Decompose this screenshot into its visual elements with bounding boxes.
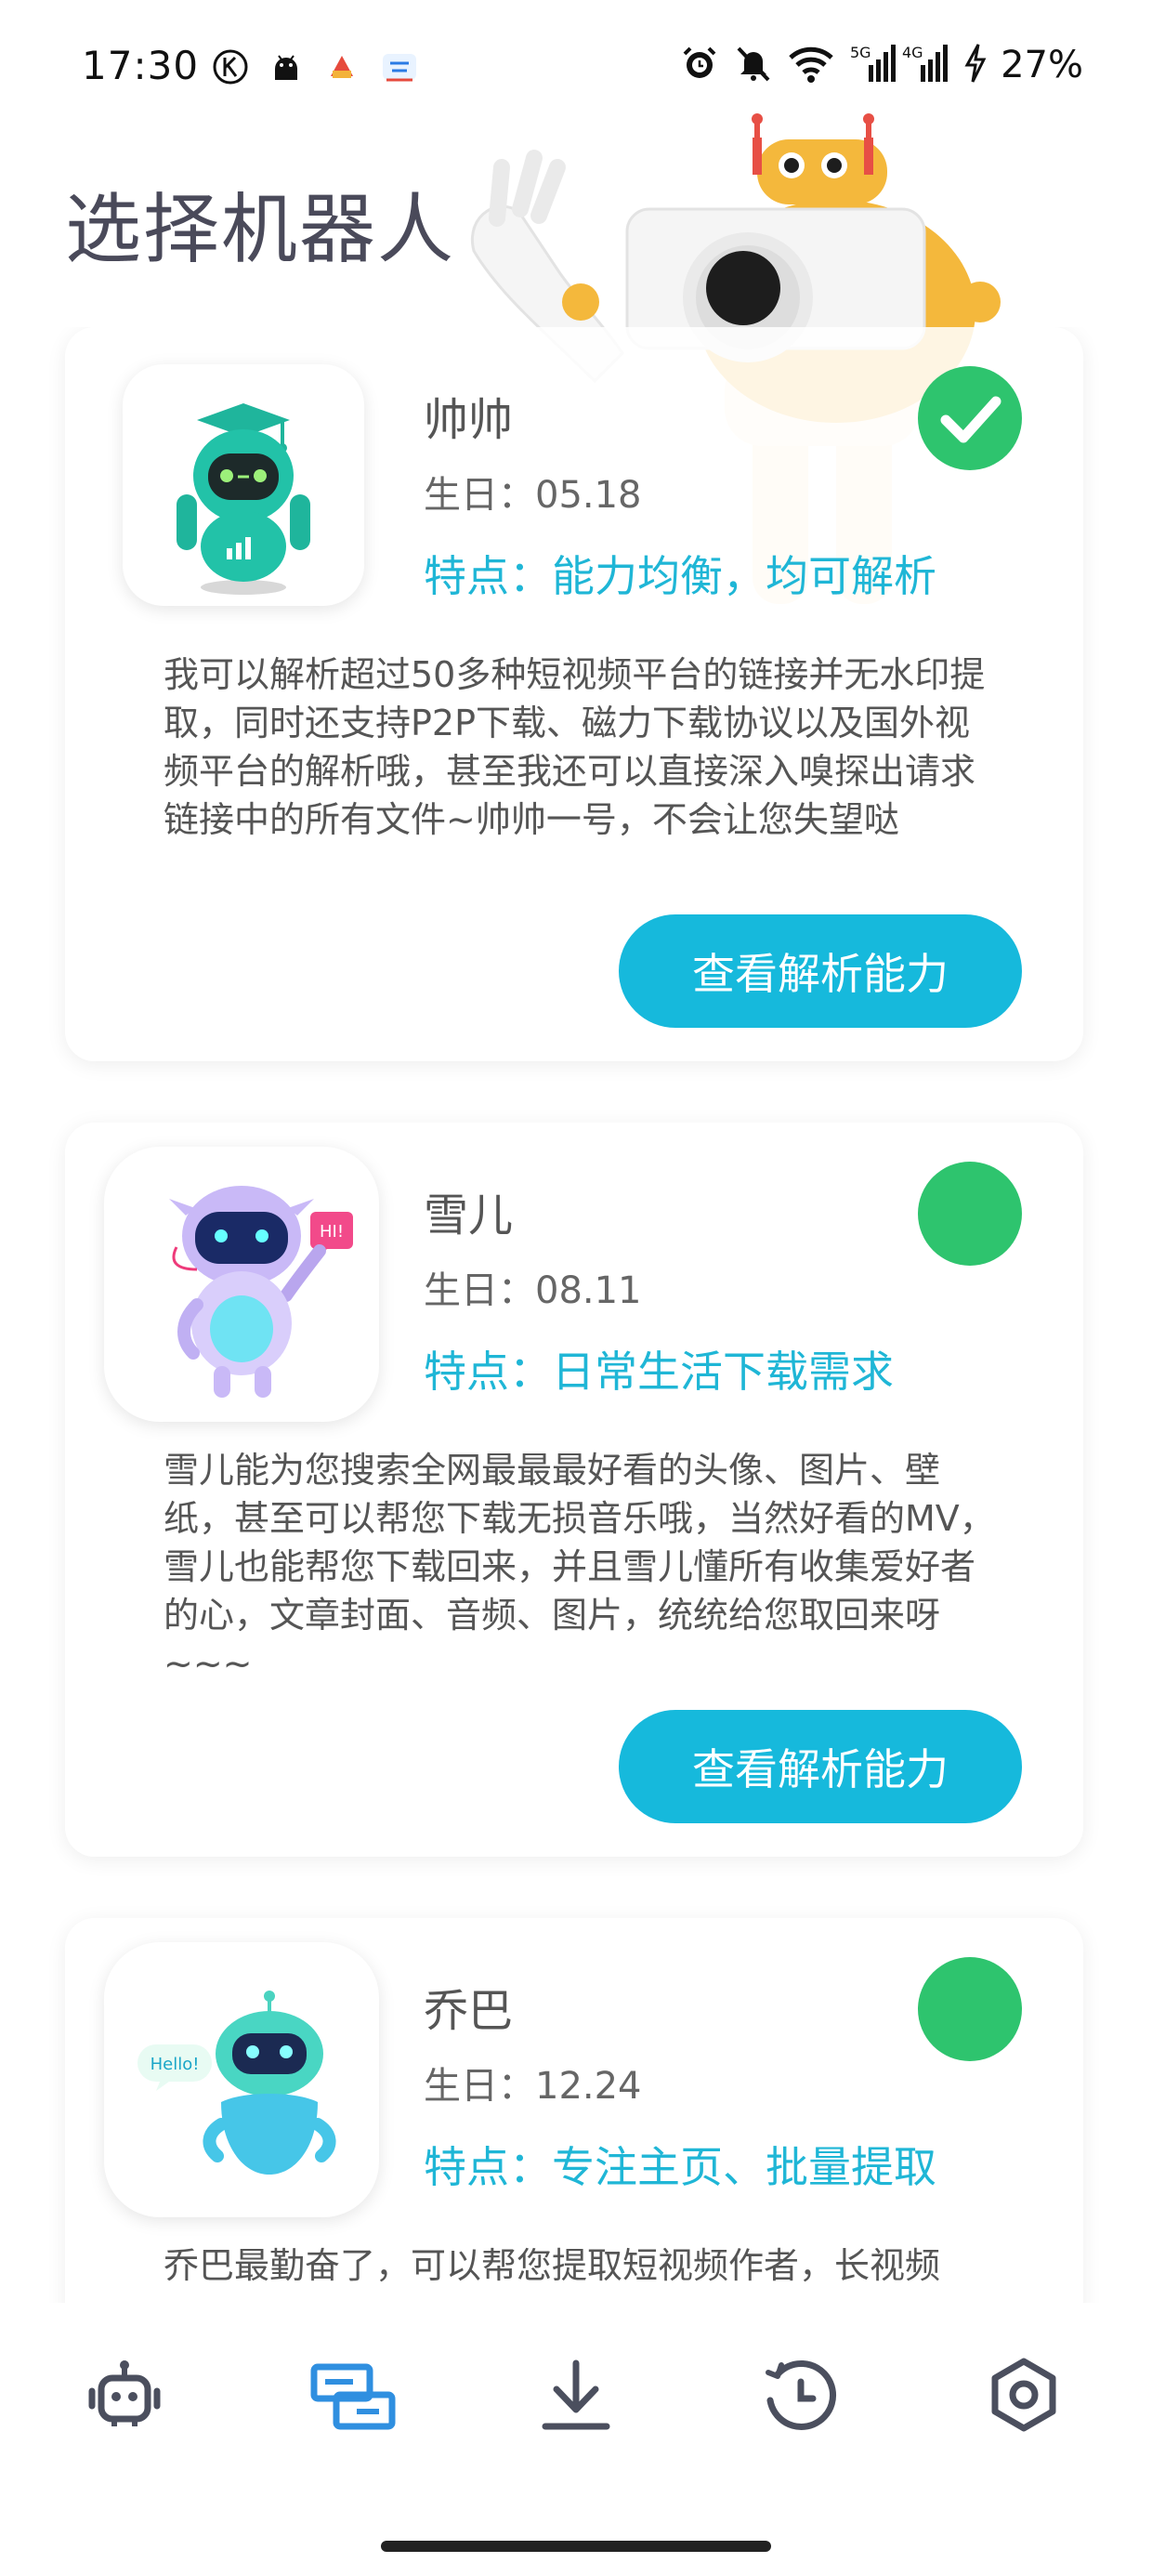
view-parse-ability-button[interactable]: 查看解析能力 — [619, 914, 1022, 1028]
robot-avatar-xueer: HI! — [104, 1147, 379, 1422]
robot-birthday: 生日：08.11 — [424, 1269, 642, 1312]
mute-icon — [733, 43, 774, 87]
nav-download[interactable] — [530, 2349, 622, 2442]
svg-text:Hello!: Hello! — [151, 2055, 200, 2074]
svg-text:HI!: HI! — [320, 1222, 344, 1242]
android-icon — [268, 48, 305, 89]
nav-settings[interactable] — [977, 2349, 1070, 2442]
robot-description: 雪儿能为您搜索全网最最最好看的头像、图片、壁纸，甚至可以帮您下载无损音乐哦，当然… — [164, 1450, 995, 1684]
robot-name: 帅帅 — [424, 394, 514, 446]
battery-percent: 27% — [1001, 44, 1083, 86]
svg-text:5G: 5G — [850, 44, 871, 61]
status-left-icons — [212, 48, 420, 89]
robot-card-qiaoba[interactable]: Hello! 乔巴 生日：12.24 特点：专注主页、批量提取 乔巴最勤奋了，可… — [65, 1918, 1083, 2303]
robot-birthday: 生日：05.18 — [424, 474, 642, 517]
charging-icon — [963, 43, 988, 87]
bottom-nav — [0, 2303, 1152, 2576]
page-title: 选择机器人 — [65, 186, 456, 274]
nav-parse-cards[interactable] — [307, 2349, 399, 2442]
app-icon — [323, 48, 360, 89]
robot-avatar-shuaishuai — [123, 364, 364, 606]
robot-feature: 特点：专注主页、批量提取 — [424, 2142, 936, 2192]
robot-card-shuaishuai[interactable]: 帅帅 生日：05.18 特点：能力均衡，均可解析 我可以解析超过50多种短视频平… — [65, 327, 1083, 1061]
download-icon — [542, 2359, 610, 2430]
robot-select-indicator[interactable] — [918, 1162, 1022, 1266]
svg-text:4G: 4G — [902, 44, 923, 61]
robot-description: 乔巴最勤奋了，可以帮您提取短视频作者，长视频 — [164, 2245, 941, 2286]
status-time: 17:30 — [82, 43, 200, 88]
robot-feature: 特点：能力均衡，均可解析 — [424, 551, 936, 601]
robot-feature: 特点：日常生活下载需求 — [424, 1347, 894, 1397]
alarm-icon — [679, 43, 720, 87]
robot-name: 乔巴 — [424, 1985, 514, 2037]
robot-description: 我可以解析超过50多种短视频平台的链接并无水印提取，同时还支持P2P下载、磁力下… — [164, 654, 986, 840]
nav-history[interactable] — [754, 2349, 847, 2442]
robot-list[interactable]: 帅帅 生日：05.18 特点：能力均衡，均可解析 我可以解析超过50多种短视频平… — [0, 327, 1152, 2303]
robot-birthday: 生日：12.24 — [424, 2065, 642, 2108]
view-parse-ability-button[interactable]: 查看解析能力 — [619, 1710, 1022, 1823]
nav-robot[interactable] — [78, 2349, 171, 2442]
robot-avatar-qiaoba: Hello! — [104, 1942, 379, 2217]
robot-icon — [88, 2360, 161, 2426]
k-icon — [212, 48, 249, 89]
robot-select-checkmark[interactable] — [918, 366, 1022, 470]
cloud-app-icon — [379, 48, 420, 89]
status-right: 5G 4G 27% — [679, 43, 1083, 87]
robot-name: 雪儿 — [424, 1189, 514, 1242]
home-indicator[interactable] — [381, 2541, 771, 2552]
history-icon — [766, 2359, 837, 2430]
settings-icon — [991, 2358, 1056, 2432]
wifi-icon — [787, 43, 835, 87]
robot-select-indicator[interactable] — [918, 1957, 1022, 2061]
signal-icon: 5G 4G — [848, 43, 950, 87]
parse-cards-icon — [310, 2363, 396, 2430]
check-icon — [940, 396, 1001, 443]
robot-card-xueer[interactable]: HI! 雪儿 生日：08.11 特点：日常生活下载需求 雪儿能为您搜索全网最最最… — [65, 1123, 1083, 1857]
